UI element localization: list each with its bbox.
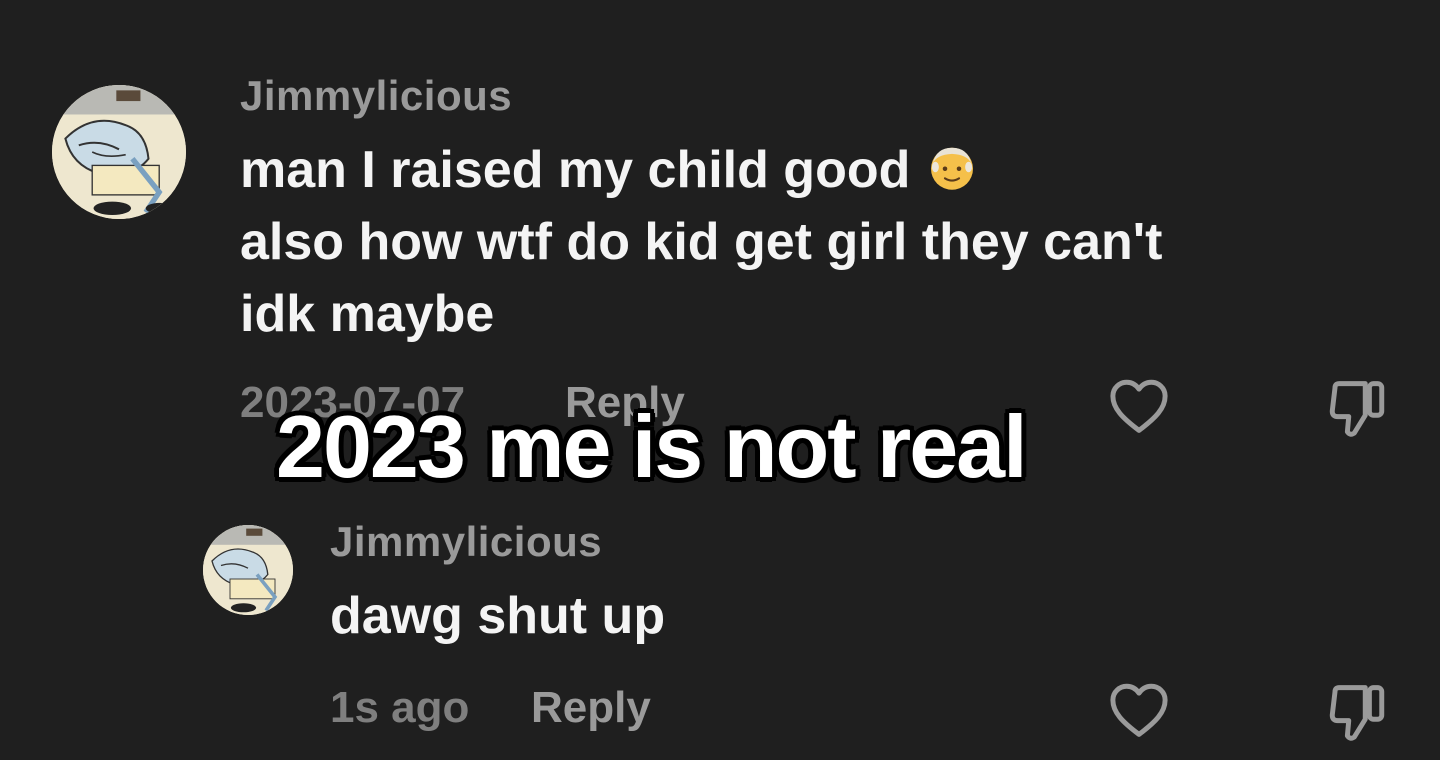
comment-username[interactable]: Jimmylicious <box>240 72 512 120</box>
reply-button[interactable]: Reply <box>531 683 651 733</box>
comment-text: man I raised my child good also how wtf … <box>240 134 1162 350</box>
comment-line: also how wtf do kid get girl they can't <box>240 213 1163 271</box>
comment-text: dawg shut up <box>330 587 666 645</box>
thumbs-down-outline-icon[interactable] <box>1324 678 1390 744</box>
heart-outline-icon[interactable] <box>1106 374 1172 440</box>
avatar[interactable] <box>52 85 186 219</box>
comment-meta: 1s ago Reply <box>0 683 1440 743</box>
comment-line: idk maybe <box>240 285 495 343</box>
avatar-cartoon-icon <box>52 85 186 219</box>
avatar[interactable] <box>203 525 293 615</box>
overlay-caption: 2023 me is not real <box>276 397 1028 496</box>
heart-outline-icon[interactable] <box>1106 678 1172 744</box>
comment-line-text: man I raised my child good <box>240 141 911 199</box>
comment-username[interactable]: Jimmylicious <box>330 518 602 566</box>
thumbs-down-outline-icon[interactable] <box>1324 374 1390 440</box>
comments-screen: Jimmylicious man I raised my child good … <box>0 0 1440 760</box>
comment-line: man I raised my child good <box>240 134 1162 206</box>
avatar-cartoon-icon <box>203 525 293 615</box>
older-man-emoji-icon <box>931 147 974 190</box>
comment-time: 1s ago <box>330 683 470 732</box>
